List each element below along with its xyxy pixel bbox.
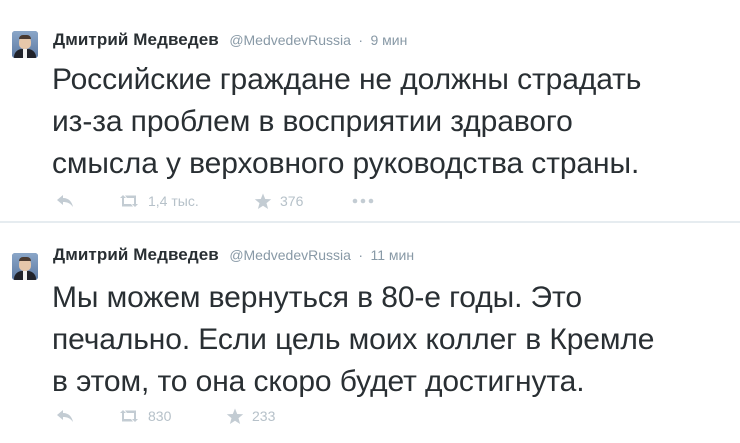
favorite-button[interactable]: 376 [254,191,303,211]
avatar-shirt [23,49,27,58]
tweet-header: Дмитрий Медведев @MedvedevRussia · 9 мин [53,29,407,52]
tweet-header: Дмитрий Медведев @MedvedevRussia · 11 ми… [53,244,414,267]
author-name[interactable]: Дмитрий Медведев [53,245,219,264]
tweet-text: Мы можем вернуться в 80-е годы. Это печа… [52,277,732,403]
more-dots-icon [352,198,374,204]
tweet-text-line: Мы можем вернуться в 80-е годы. Это [52,281,582,314]
retweet-count: 830 [148,408,172,424]
tweet-actions: 830 233 [52,406,432,426]
retweet-icon [120,195,138,207]
tweet-text-line: смысла у верховного руководства страны. [52,147,640,180]
tweet-actions: 1,4 тыс. 376 [52,191,432,211]
more-button[interactable] [352,191,374,211]
favorite-button[interactable]: 233 [226,406,275,426]
favorite-count: 376 [280,193,304,209]
retweet-button[interactable]: 830 [118,406,171,426]
author-handle[interactable]: @MedvedevRussia [229,247,351,263]
retweet-icon [120,410,138,422]
reply-arrow-icon [57,410,73,422]
reply-arrow-icon [57,195,73,207]
reply-button[interactable] [56,406,74,426]
avatar[interactable] [12,253,38,280]
tweet-text-line: в этом, то она скоро будет достигнута. [52,365,585,398]
avatar-hair [19,35,31,39]
tweet-timestamp[interactable]: 9 мин [371,32,408,48]
star-icon [226,408,244,424]
tweet-timeline: Дмитрий Медведев @MedvedevRussia · 9 мин… [0,0,740,443]
tweet-text-line: Российские граждане не должны страдать [52,63,642,96]
retweet-count: 1,4 тыс. [148,193,199,209]
retweet-button[interactable]: 1,4 тыс. [118,191,199,211]
avatar-hair [19,257,31,261]
tweet-text: Российские граждане не должны страдать и… [52,59,732,185]
favorite-count: 233 [252,408,276,424]
tweet-timestamp[interactable]: 11 мин [371,247,415,263]
tweet[interactable]: Дмитрий Медведев @MedvedevRussia · 11 ми… [0,223,740,443]
tweet-text-line: из-за проблем в восприятии здравого [52,105,573,138]
star-icon [254,193,272,209]
avatar-shirt [23,271,27,280]
avatar[interactable] [12,31,38,58]
separator-dot: · [358,32,364,48]
tweet[interactable]: Дмитрий Медведев @MedvedevRussia · 9 мин… [0,0,740,222]
tweet-text-line: печально. Если цель моих коллег в Кремле [52,323,655,356]
separator-dot: · [358,247,364,263]
reply-button[interactable] [56,191,74,211]
author-handle[interactable]: @MedvedevRussia [229,32,351,48]
author-name[interactable]: Дмитрий Медведев [53,30,219,49]
